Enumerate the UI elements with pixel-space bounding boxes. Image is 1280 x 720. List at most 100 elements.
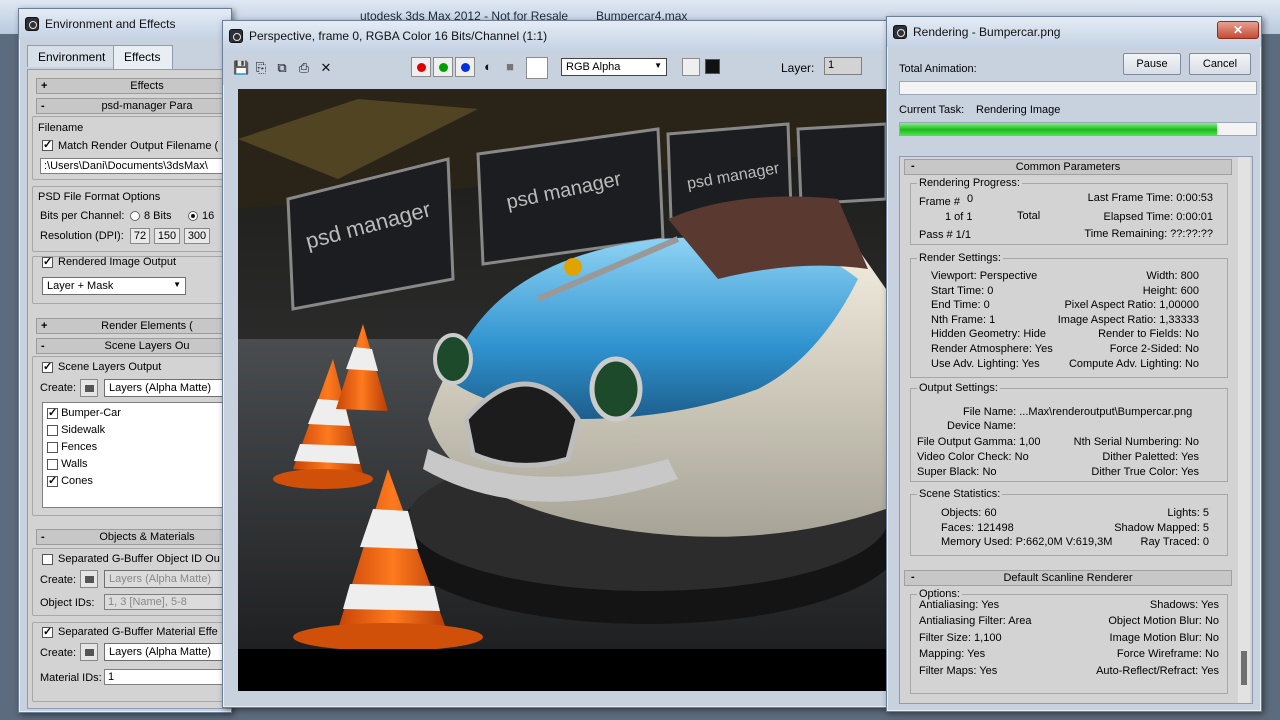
stat-value: Yes: [967, 648, 986, 661]
stat-value: Yes: [1021, 357, 1040, 370]
list-item[interactable]: Bumper-Car: [47, 406, 121, 419]
clear-icon[interactable]: ✕: [319, 61, 333, 75]
filename-label: Filename: [38, 122, 84, 134]
stat-row: Use Adv. Lighting: Yes: [931, 358, 1040, 370]
gbuffer-material-create-dropdown[interactable]: Layers (Alpha Matte): [104, 643, 231, 661]
stat-value: No: [1184, 343, 1199, 355]
stat-key: Filter Maps:: [919, 664, 977, 677]
render-params-panel: - Common Parameters Rendering Progress: F…: [899, 156, 1253, 704]
gbuffer-material-checkbox[interactable]: [42, 625, 53, 638]
stat-row: Memory Used: P:662,0M V:619,3M: [941, 536, 1112, 548]
stat-value: No: [1184, 357, 1199, 370]
rendering-window: Rendering - Bumpercar.png ✕ Pause Cancel…: [886, 16, 1262, 712]
objects-materials-rollout[interactable]: - Objects & Materials: [36, 529, 231, 545]
bits-16-label: 16: [202, 210, 215, 222]
stat-row: Ray Traced: 0: [1141, 536, 1210, 548]
stat-row: Image Aspect Ratio: 1,33333: [1058, 314, 1199, 326]
dpi-300-button[interactable]: 300: [184, 228, 210, 244]
layer-checkbox[interactable]: [47, 424, 58, 436]
stat-key: Width:: [1146, 270, 1178, 282]
object-ids-field[interactable]: 1, 3 [Name], 5-8: [104, 594, 231, 610]
vfb-toolbar: 💾 ⎘ ⧉ ⎙ ✕ ◐ ■ RGB Alpha ▼ Layer: 1: [223, 51, 889, 85]
layer-mask-dropdown[interactable]: Layer + Mask ▼: [42, 277, 186, 295]
copy-icon[interactable]: ⎘: [254, 61, 268, 75]
clone-icon[interactable]: ⧉: [275, 61, 289, 75]
tab-environment[interactable]: Environment: [27, 45, 115, 67]
stat-value: 0: [983, 299, 990, 312]
green-channel-button[interactable]: [433, 57, 453, 77]
pause-button[interactable]: Pause: [1123, 53, 1181, 75]
vfb-titlebar[interactable]: Perspective, frame 0, RGBA Color 16 Bits…: [223, 21, 889, 51]
scene-layers-checkbox[interactable]: [42, 360, 53, 373]
create-label: Create:: [40, 574, 77, 586]
red-channel-button[interactable]: [411, 57, 431, 77]
alpha-icon[interactable]: ◐: [481, 60, 495, 74]
tab-effects[interactable]: Effects: [113, 45, 173, 69]
mono-icon[interactable]: ■: [503, 60, 517, 74]
scene-layers-rollout[interactable]: - Scene Layers Ou: [36, 338, 231, 354]
stat-key: Pixel Aspect Ratio:: [1064, 299, 1157, 312]
filename-path-field[interactable]: :\Users\Dani\Documents\3dsMax\: [40, 158, 231, 174]
color-swatch[interactable]: [526, 57, 548, 79]
bits-8-radio[interactable]: [130, 211, 140, 221]
layer-spinner[interactable]: 1: [824, 57, 862, 75]
params-scrollbar[interactable]: [1238, 157, 1250, 703]
stat-value: 5: [1202, 507, 1209, 519]
dpi-150-button[interactable]: 150: [154, 228, 180, 244]
print-icon[interactable]: ⎙: [297, 61, 311, 75]
stat-key: Antialiasing:: [919, 599, 979, 611]
save-icon[interactable]: 💾: [233, 61, 249, 75]
render-titlebar[interactable]: Rendering - Bumpercar.png ✕: [887, 17, 1261, 47]
list-item[interactable]: Sidewalk: [47, 424, 105, 436]
psd-manager-rollout[interactable]: - psd-manager Para: [36, 98, 231, 114]
scanline-renderer-rollout[interactable]: - Default Scanline Renderer: [904, 570, 1232, 586]
stat-row: Faces: 121498: [941, 522, 1014, 534]
gbuffer-object-create-dropdown[interactable]: Layers (Alpha Matte): [104, 570, 231, 588]
material-ids-field[interactable]: 1: [104, 669, 231, 685]
blue-channel-button[interactable]: [455, 57, 475, 77]
folder-icon[interactable]: [80, 379, 98, 397]
rendering-progress-title: Rendering Progress:: [917, 177, 1022, 189]
folder-icon[interactable]: [80, 570, 98, 588]
rendered-output-checkbox[interactable]: [42, 255, 53, 268]
stat-value: Yes: [1034, 343, 1053, 355]
cancel-button[interactable]: Cancel: [1189, 53, 1251, 75]
match-render-checkbox[interactable]: [42, 138, 53, 151]
close-icon: ✕: [1232, 23, 1244, 37]
display-toggle-button[interactable]: [682, 58, 700, 76]
layer-checkbox[interactable]: [47, 406, 58, 419]
stat-value: P:662,0M V:619,3M: [1015, 536, 1113, 549]
folder-icon[interactable]: [80, 643, 98, 661]
gbuffer-object-checkbox[interactable]: [42, 554, 53, 565]
env-title: Environment and Effects: [45, 17, 176, 31]
common-parameters-rollout[interactable]: - Common Parameters: [904, 159, 1232, 175]
scene-statistics-title: Scene Statistics:: [917, 488, 1003, 500]
scrollbar-thumb[interactable]: [1241, 651, 1247, 685]
stat-value: Hide: [1023, 328, 1046, 341]
channel-dropdown[interactable]: RGB Alpha ▼: [561, 58, 667, 76]
stat-key: Render Atmosphere:: [931, 343, 1032, 355]
list-item[interactable]: Cones: [47, 474, 93, 487]
close-button[interactable]: ✕: [1217, 21, 1259, 39]
stat-row: Compute Adv. Lighting: No: [1069, 358, 1199, 370]
layer-checkbox[interactable]: [47, 458, 58, 470]
render-elements-rollout[interactable]: + Render Elements (: [36, 318, 231, 334]
bits-16-radio[interactable]: [188, 211, 198, 221]
stat-row: Nth Frame: 1: [931, 314, 995, 326]
env-titlebar[interactable]: Environment and Effects: [19, 9, 231, 39]
effects-rollout[interactable]: + Effects: [36, 78, 231, 94]
total-progress-bar: [899, 81, 1257, 95]
stat-key: Hidden Geometry:: [931, 328, 1021, 341]
scene-layers-create-dropdown[interactable]: Layers (Alpha Matte): [104, 379, 231, 397]
list-item[interactable]: Fences: [47, 441, 97, 453]
background-swatch[interactable]: [705, 59, 720, 74]
dpi-72-button[interactable]: 72: [130, 228, 150, 244]
layer-checkbox[interactable]: [47, 474, 58, 487]
list-item[interactable]: Walls: [47, 458, 88, 470]
elapsed-time: Elapsed Time: 0:00:01: [1103, 211, 1213, 223]
stat-value: 1,100: [974, 631, 1002, 644]
layer-checkbox[interactable]: [47, 441, 58, 453]
stat-value: Yes: [1201, 664, 1219, 677]
app-icon: [25, 17, 39, 31]
stat-key: Dither Paletted:: [1102, 450, 1179, 463]
